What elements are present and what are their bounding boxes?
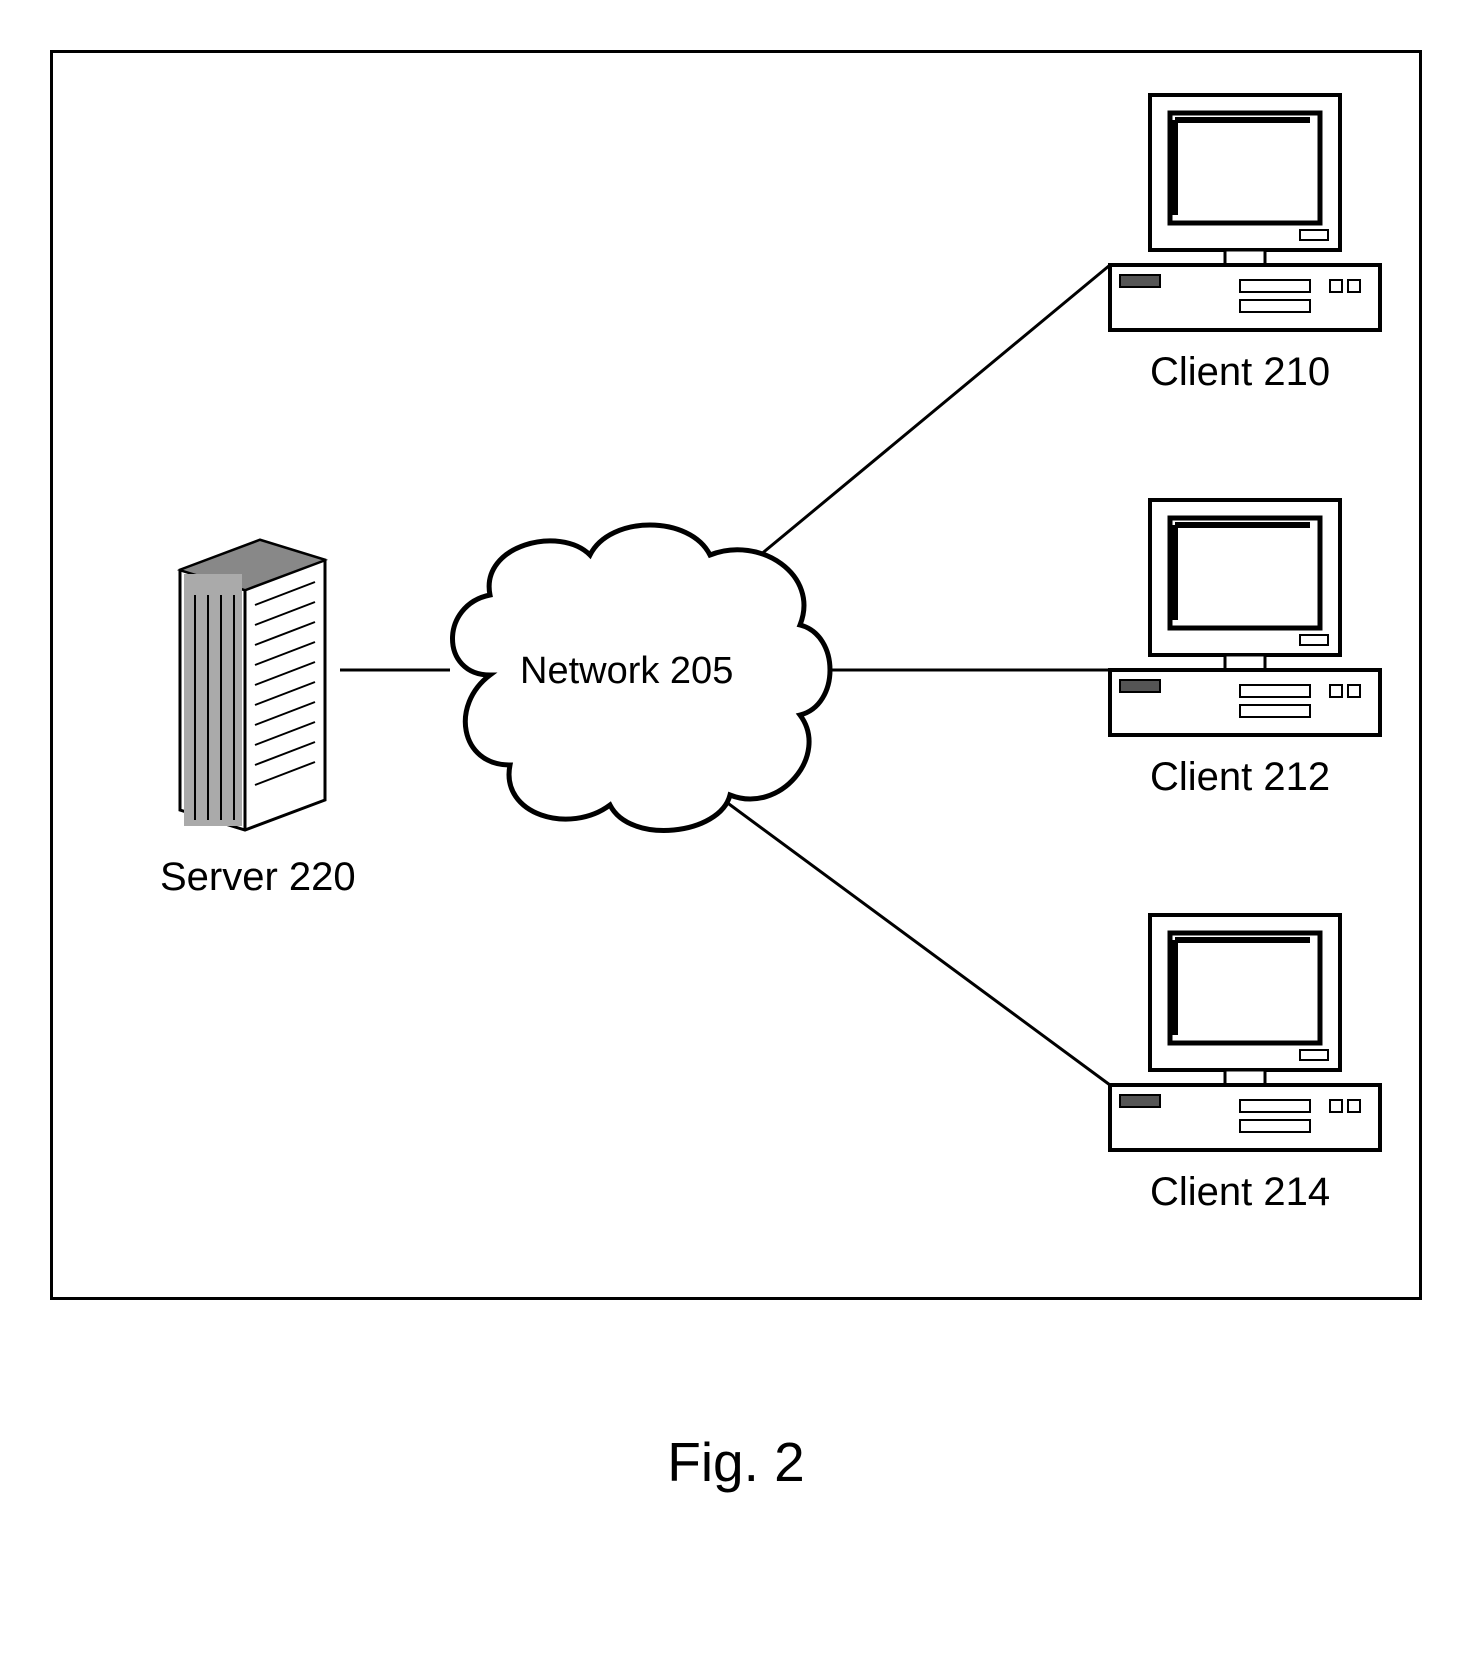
client2-icon <box>1100 490 1390 750</box>
server-label: Server 220 <box>160 855 356 900</box>
client3-icon <box>1100 905 1390 1165</box>
network-label: Network 205 <box>520 650 733 693</box>
server-icon <box>160 530 360 850</box>
client3-label: Client 214 <box>1150 1170 1330 1215</box>
client1-label: Client 210 <box>1150 350 1330 395</box>
client2-label: Client 212 <box>1150 755 1330 800</box>
client1-icon <box>1100 85 1390 345</box>
diagram-container: Server 220 Network 205 Client 210 <box>50 50 1422 1350</box>
figure-caption: Fig. 2 <box>0 1430 1472 1494</box>
